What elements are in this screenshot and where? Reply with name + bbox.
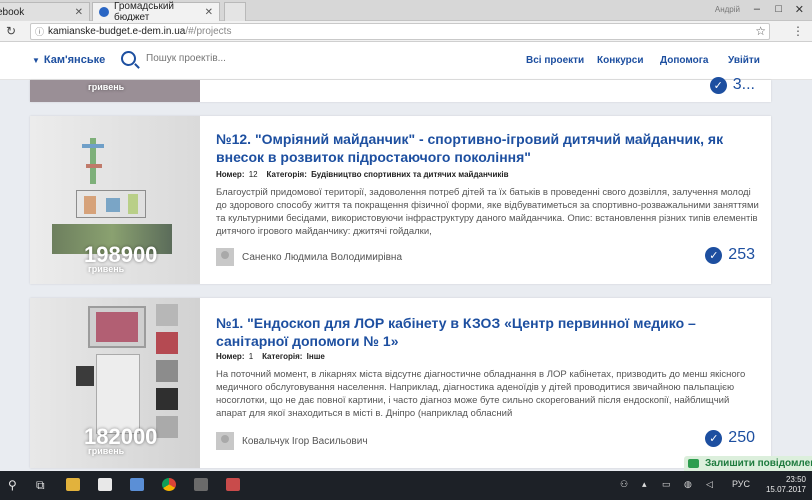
project-title[interactable]: №12. "Омріяний майданчик" - спортивно-іг… [216,130,746,166]
search-icon[interactable]: ⚲ [8,478,17,492]
number-label: Номер: [216,352,245,361]
project-number: 12 [248,170,258,179]
app-icon[interactable] [226,478,240,491]
browser-address-bar: ↻ ⓘ kamianske-budget.e-dem.in.ua /#/proj… [0,21,812,42]
vote-count[interactable]: ✓ 250 [705,429,755,447]
clock-time: 23:50 [785,475,806,484]
search-input[interactable] [146,53,276,64]
category-label: Категорія: [266,170,307,179]
project-author: Ковальчук Ігор Васильович [216,432,368,450]
people-icon[interactable]: ⚇ [620,479,628,490]
project-image: гривень [30,80,200,102]
project-number: 1 [248,352,254,361]
clock-date: 15.07.2017 [765,485,806,494]
author-name: Ковальчук Ігор Васильович [242,435,368,447]
url-host: kamianske-budget.e-dem.in.ua [48,26,186,37]
os-taskbar: ⚲ ⧉ ⚇ ▴ ▭ ◍ ◁ РУС 23:50 15.07.2017 [0,471,812,500]
nav-all-projects[interactable]: Всі проекти [526,55,584,66]
app-icon[interactable] [194,478,208,491]
caret-down-icon: ▼ [32,56,40,65]
project-card-partial[interactable]: гривень ✓ 3... [30,76,771,102]
store-icon[interactable] [98,478,112,491]
new-tab-button[interactable] [224,2,246,21]
chrome-icon[interactable] [162,478,176,491]
browser-tab-strip: ebook ✕ Громадський бюджет ✕ Андрій – □ … [0,0,812,23]
file-explorer-icon[interactable] [66,478,80,491]
project-card[interactable]: 182000 гривень №1. "Ендоскоп для ЛОР каб… [30,298,771,468]
nav-login[interactable]: Увійти [728,55,760,66]
project-image: 182000 гривень [30,298,200,468]
url-path: /#/projects [185,26,232,37]
vote-number: 3... [732,76,755,93]
project-description: На поточний момент, в лікарнях міста від… [216,369,746,419]
project-meta: Номер: 12 Категорія: Будівництво спортив… [216,170,511,179]
minimize-icon[interactable]: – [754,3,760,15]
task-view-icon[interactable]: ⧉ [36,478,45,493]
url-field[interactable]: ⓘ kamianske-budget.e-dem.in.ua /#/projec… [30,23,770,40]
city-label: Кам'янське [43,54,106,66]
number-label: Номер: [216,170,245,179]
vote-number: 250 [728,429,755,446]
project-card[interactable]: 198900 гривень №12. "Омріяний майданчик"… [30,116,771,284]
browser-menu-icon[interactable]: ⋮ [792,24,804,38]
budget-unit: гривень [88,446,125,456]
network-icon[interactable]: ◍ [684,479,692,490]
avatar [216,248,234,266]
clock[interactable]: 23:50 15.07.2017 [766,475,806,495]
avatar [216,432,234,450]
chat-icon [688,459,699,468]
nav-contests[interactable]: Конкурси [597,55,644,66]
browser-user-badge[interactable]: Андрій [715,5,740,14]
site-header: ▼Кам'янське Всі проекти Конкурси Допомог… [0,42,812,80]
project-description: Благоустрій придомової території, задово… [216,187,759,237]
chat-label: Залишити повідомлення [705,458,812,469]
project-title[interactable]: №1. "Ендоскоп для ЛОР кабінету в КЗОЗ «Ц… [216,314,746,350]
city-selector[interactable]: ▼ Кам'янське [32,54,105,66]
maximize-icon[interactable]: □ [775,3,782,15]
project-meta: Номер: 1 Категорія: Інше [216,352,327,361]
info-icon[interactable]: ⓘ [35,25,44,38]
leave-message-button[interactable]: Залишити повідомлення [684,456,812,471]
tab-title: Громадський бюджет [114,1,175,23]
volume-icon[interactable]: ◁ [706,479,713,490]
vote-number: 253 [728,246,755,263]
close-window-icon[interactable]: ✕ [795,3,804,16]
tab-title: ebook [0,6,25,18]
battery-icon[interactable]: ▭ [662,479,671,490]
search-icon[interactable] [121,51,136,66]
language-indicator[interactable]: РУС [732,479,750,489]
project-category: Інше [306,352,325,361]
vote-count[interactable]: ✓ 253 [705,246,755,264]
browser-tab-active[interactable]: Громадський бюджет ✕ [92,1,220,23]
nav-help[interactable]: Допомога [660,55,708,66]
budget-unit: гривень [88,264,125,274]
bookmark-star-icon[interactable]: ☆ [755,24,766,38]
project-image: 198900 гривень [30,116,200,284]
close-tab-icon[interactable]: ✕ [205,7,213,18]
favicon-icon [99,7,109,17]
check-icon: ✓ [705,246,723,264]
author-name: Саненко Людмила Володимирівна [242,251,403,263]
project-author: Саненко Людмила Володимирівна [216,248,402,266]
check-icon: ✓ [709,76,727,94]
app-icon[interactable] [130,478,144,491]
budget-unit: гривень [88,82,125,92]
vote-count[interactable]: ✓ 3... [709,76,755,94]
browser-tab-inactive[interactable]: ebook ✕ [0,2,90,21]
project-category: Будівництво спортивних та дитячих майдан… [311,170,509,179]
tray-up-icon[interactable]: ▴ [642,479,647,490]
check-icon: ✓ [705,429,723,447]
close-tab-icon[interactable]: ✕ [75,7,83,18]
reload-icon[interactable]: ↻ [6,24,16,38]
category-label: Категорія: [262,352,303,361]
